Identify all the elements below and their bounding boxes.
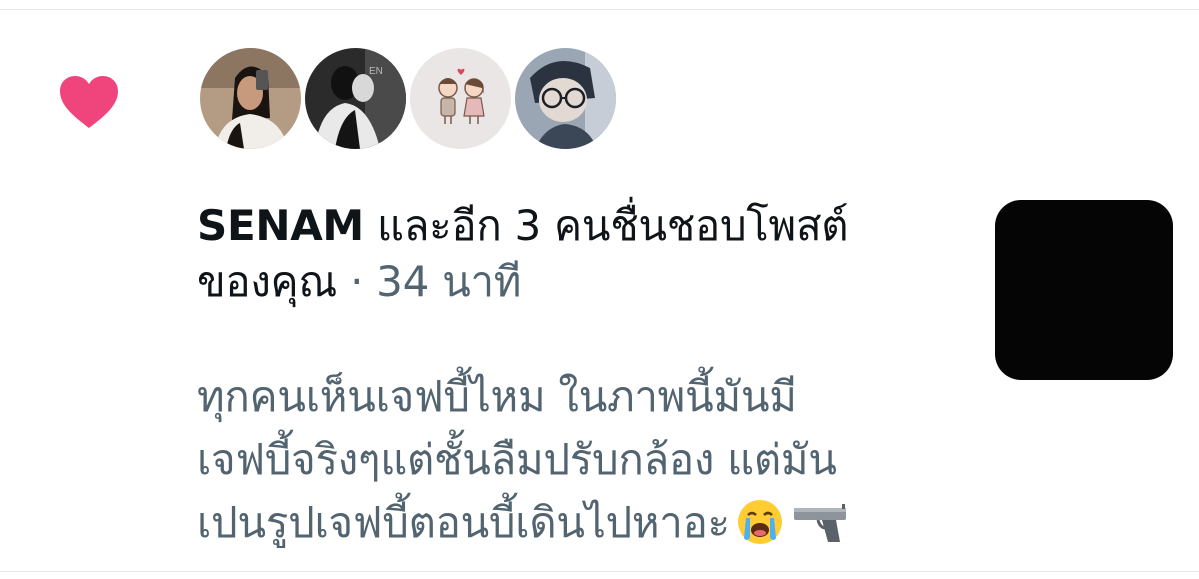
post-text-line3: เปนรูปเจฟบี้ตอนบี้เดินไปหาอะ xyxy=(197,498,730,547)
avatar-anime-glasses[interactable] xyxy=(515,48,616,149)
post-text-line1: ทุกคนเห็นเจฟบี้ไหม ในภาพนี้มันมี xyxy=(197,372,797,421)
black-photo-thumbnail[interactable] xyxy=(995,200,1173,380)
top-divider xyxy=(0,9,1199,10)
liker-name[interactable]: SENAM xyxy=(197,201,364,250)
avatar-cartoon-couple[interactable] xyxy=(410,48,511,149)
bottom-divider xyxy=(0,571,1199,572)
action-text-line2: ของคุณ xyxy=(197,257,338,306)
svg-text:EN: EN xyxy=(369,66,383,77)
post-text-line2: เจฟบี้จริงๆแต่ชั้นลืมปรับกล้อง แต่มัน xyxy=(197,435,837,484)
notification-text: SENAM และอีก 3 คนชื่นชอบโพสต์ ของคุณ · 3… xyxy=(197,198,957,310)
action-text-line1: และอีก 3 คนชื่นชอบโพสต์ xyxy=(363,201,849,250)
timestamp: 34 นาที xyxy=(376,257,522,306)
liker-avatars: EN xyxy=(200,48,616,149)
avatar-woman-selfie[interactable] xyxy=(200,48,301,149)
post-text[interactable]: ทุกคนเห็นเจฟบี้ไหม ในภาพนี้มันมี เจฟบี้จ… xyxy=(197,365,957,554)
avatar-couple-bw[interactable]: EN xyxy=(305,48,406,149)
crying-face-emoji xyxy=(737,499,782,544)
heart-icon xyxy=(60,76,118,128)
separator-dot: · xyxy=(337,257,377,306)
pistol-emoji xyxy=(793,503,846,542)
